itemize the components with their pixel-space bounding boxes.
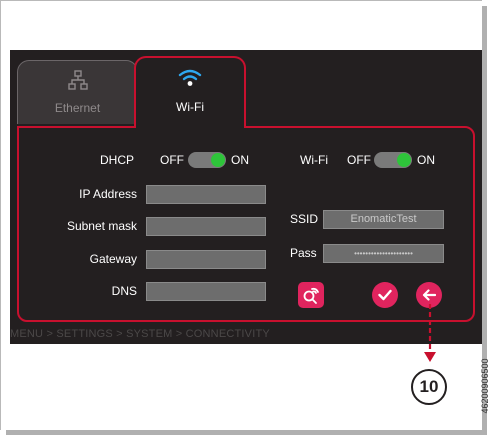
ip-address-label: IP Address: [79, 187, 137, 201]
wifi-icon: [178, 69, 202, 86]
wifi-off-label: OFF: [347, 153, 371, 167]
toggle-knob: [397, 153, 411, 167]
tab-wifi[interactable]: Wi-Fi: [134, 56, 246, 128]
wifi-search-button[interactable]: [298, 282, 324, 308]
breadcrumb: MENU > SETTINGS > SYSTEM > CONNECTIVITY: [10, 328, 270, 340]
dhcp-off-label: OFF: [160, 153, 184, 167]
ip-address-field[interactable]: [146, 185, 266, 204]
password-field[interactable]: •••••••••••••••••••••: [323, 244, 444, 263]
dns-label: DNS: [111, 284, 137, 298]
document-code-text: 46200906500: [480, 358, 490, 414]
callout-number: 10: [411, 369, 447, 405]
gateway-field[interactable]: [146, 250, 266, 269]
dns-field[interactable]: [146, 282, 266, 301]
ssid-label: SSID: [290, 212, 319, 226]
dhcp-label: DHCP: [100, 153, 135, 167]
wifi-search-icon: [303, 287, 319, 304]
pass-label: Pass: [290, 246, 317, 260]
document-code: 46200906500: [475, 346, 495, 426]
subnet-mask-field[interactable]: [146, 217, 266, 236]
wifi-on-label: ON: [417, 153, 435, 167]
wifi-label: Wi-Fi: [300, 153, 328, 167]
dhcp-on-label: ON: [231, 153, 249, 167]
wifi-toggle[interactable]: [374, 152, 412, 168]
ssid-field[interactable]: EnomaticTest: [323, 210, 444, 229]
connectivity-screen: Ethernet Wi-Fi DHCP OFF ON IP Address Su…: [10, 50, 482, 344]
network-icon: [67, 70, 88, 90]
confirm-button[interactable]: [372, 282, 398, 308]
tab-label: Ethernet: [54, 101, 101, 115]
gateway-label: Gateway: [89, 252, 137, 266]
subnet-mask-label: Subnet mask: [66, 219, 137, 233]
toggle-knob: [211, 153, 225, 167]
frame-shadow: [6, 430, 487, 435]
tab-label: Wi-Fi: [176, 100, 204, 114]
check-icon: [378, 289, 392, 301]
callout-pointer: [424, 304, 436, 362]
dhcp-toggle[interactable]: [188, 152, 226, 168]
tab-ethernet[interactable]: Ethernet: [17, 60, 138, 124]
